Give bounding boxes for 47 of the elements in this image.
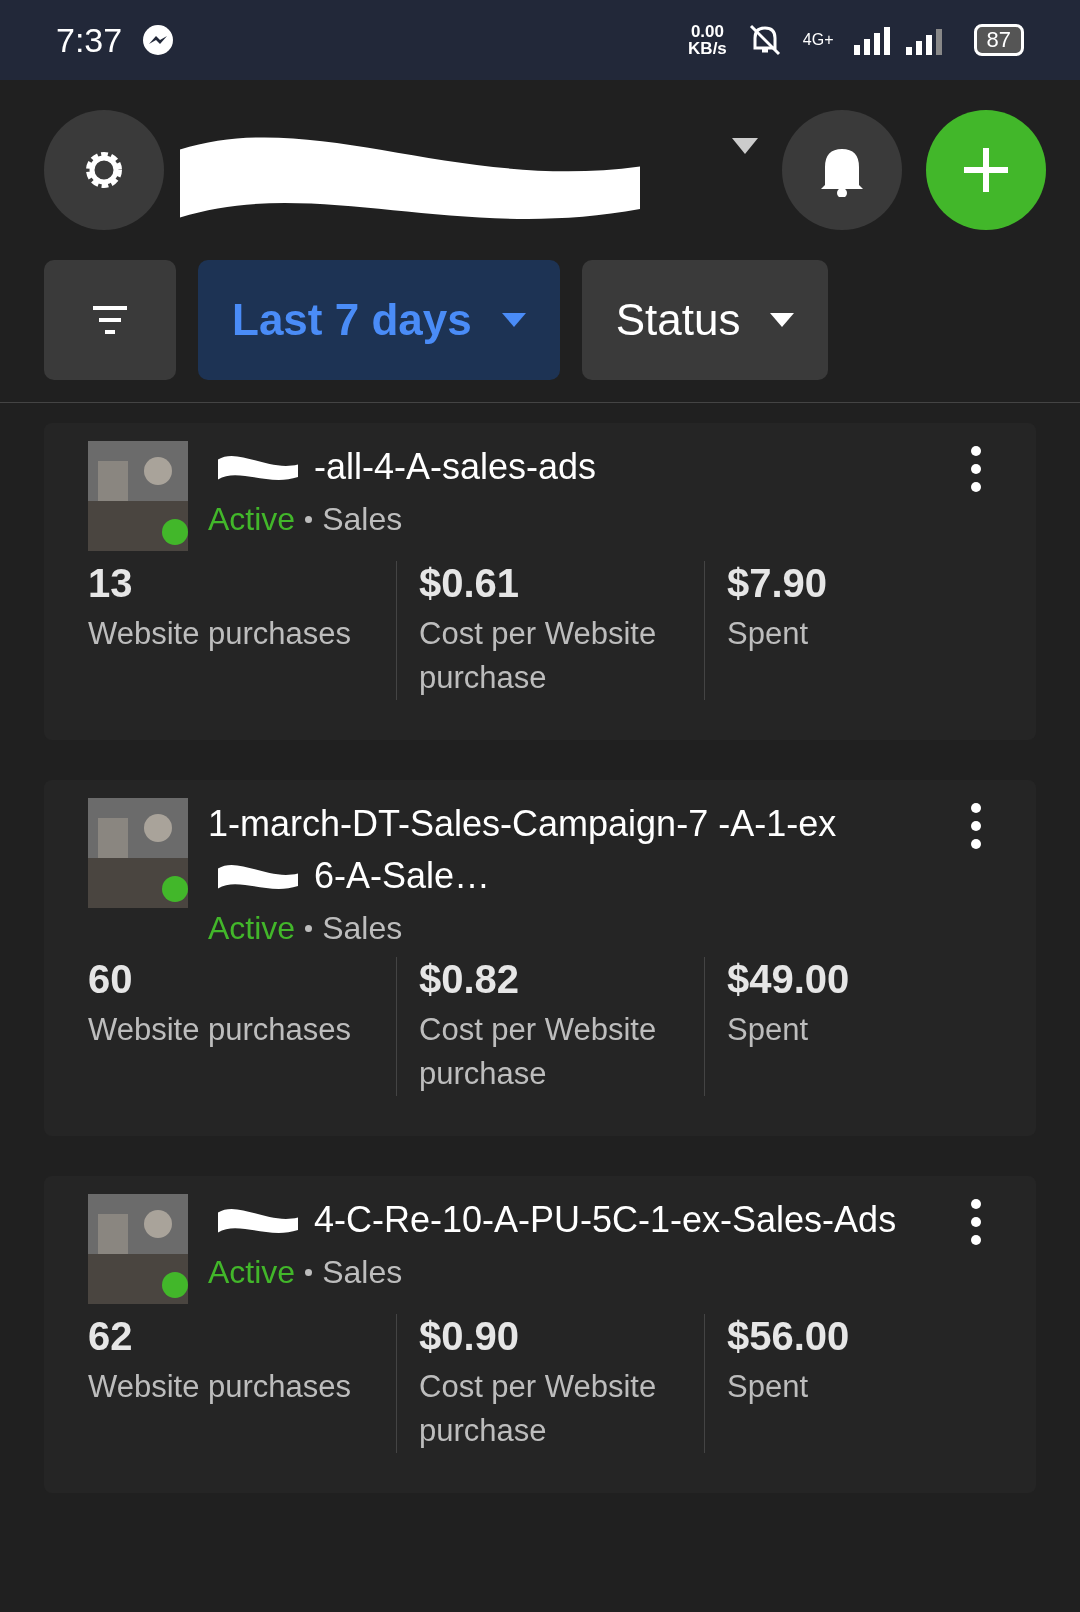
filter-dropdown[interactable]: Status (581, 260, 829, 380)
metric-label: Website purchases (88, 615, 353, 653)
metric-value: 13 (88, 561, 134, 606)
metric-label: Spent (727, 1011, 809, 1049)
objective-label: Sales (322, 910, 403, 947)
campaign-title: 4-C-Re-10-A-PU-5C-1-ex-Sales-Ads (314, 1198, 897, 1242)
campaign-title: 6-A-Sale… (314, 854, 491, 898)
campaign-title: -all-4-A-sales-ads (314, 445, 597, 489)
status-label: Active (208, 1254, 296, 1291)
objective-label: Sales (322, 501, 403, 538)
filter-dropdown[interactable]: Last 7 days (198, 260, 560, 380)
metric-label: Website purchases (88, 1011, 353, 1049)
caret-icon[interactable] (732, 138, 758, 154)
metric-label: Website purchases (88, 1368, 353, 1406)
separator-dot (305, 1269, 313, 1276)
clock: 7:37 (56, 20, 123, 60)
campaign-card[interactable]: 4-C-Re-10-A-PU-5C-1-ex-Sales-Ads Active Sales 62 Website purchases $0.90 Cost per Website purchase $56.00 Spent (44, 1176, 1036, 1493)
metric-value: $0.82 (419, 957, 521, 1002)
metric-label: Cost per Website purchase (419, 615, 658, 697)
metric-value: $49.00 (727, 957, 851, 1002)
objective-label: Sales (322, 1254, 403, 1291)
plus-icon (964, 148, 1008, 192)
metric-value: $56.00 (727, 1314, 851, 1359)
metric-value: $7.90 (727, 561, 829, 606)
filter-icon (93, 306, 127, 334)
campaign-card[interactable]: 1-march-DT-Sales-Campaign-7 -A-1-ex 6-A-Sale… Active Sales 60 Website purchases $0.82 Cost per Website purchase $49.00 Spent (44, 780, 1036, 1136)
caret-icon (770, 313, 795, 327)
messenger-icon (142, 24, 175, 56)
metric-value: $0.90 (419, 1314, 521, 1359)
campaign-card[interactable]: -all-4-A-sales-ads Active Sales 13 Website purchases $0.61 Cost per Website purchase $7.90 Spent (44, 423, 1036, 740)
status-label: Active (208, 910, 296, 947)
status-label: Active (208, 501, 296, 538)
metric-label: Spent (727, 1368, 809, 1406)
battery-level: 87 (973, 24, 1024, 56)
separator-dot (305, 925, 313, 932)
caret-icon (501, 313, 526, 327)
separator-dot (305, 516, 313, 523)
metric-value: 62 (88, 1314, 134, 1359)
data-rate: 0.00 (690, 23, 724, 40)
metric-label: Cost per Website purchase (419, 1368, 658, 1450)
data-unit: KB/s (688, 40, 727, 57)
metric-label: Cost per Website purchase (419, 1011, 658, 1093)
network-type: 4G+ (802, 31, 834, 49)
campaign-title: 1-march-DT-Sales-Campaign-7 -A-1-ex (208, 802, 837, 846)
metric-label: Spent (727, 615, 809, 653)
metric-value: $0.61 (419, 561, 521, 606)
metric-value: 60 (88, 957, 134, 1002)
